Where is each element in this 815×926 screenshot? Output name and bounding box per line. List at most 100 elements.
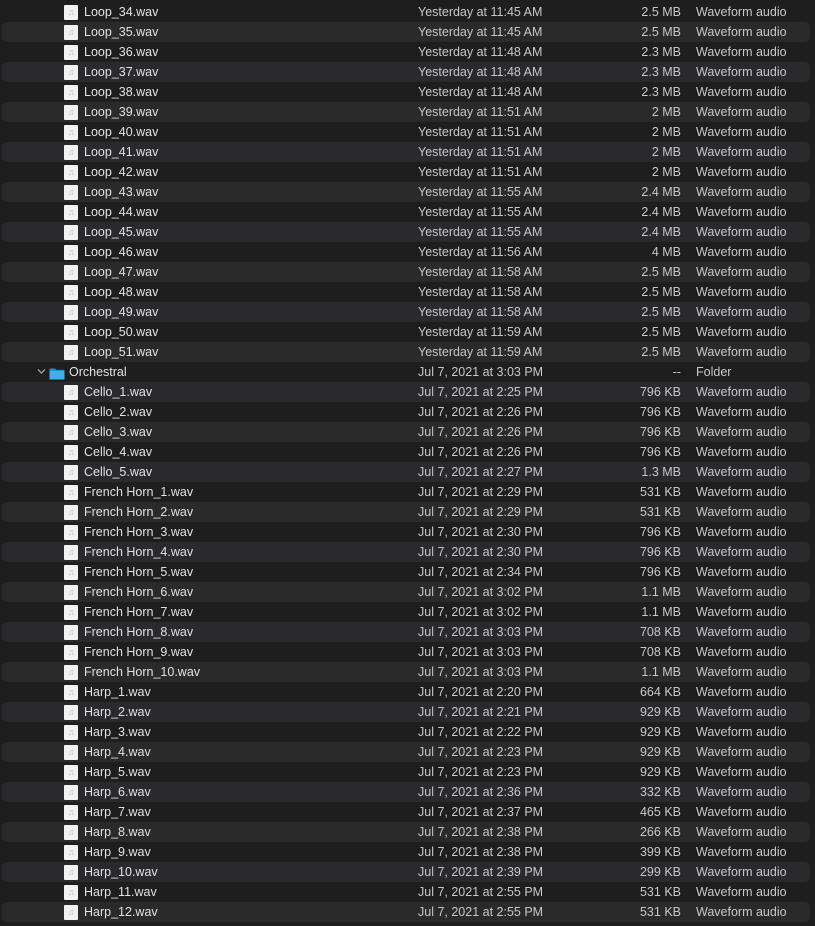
file-row[interactable]: ♫ Cello_4.wav Jul 7, 2021 at 2:26 PM 796… [2, 442, 810, 462]
file-kind: Waveform audio [696, 485, 787, 499]
file-row[interactable]: ♫ French Horn_7.wav Jul 7, 2021 at 3:02 … [2, 602, 810, 622]
file-row[interactable]: ♫ Loop_47.wav Yesterday at 11:58 AM 2.5 … [2, 262, 810, 282]
file-row[interactable]: ♫ French Horn_2.wav Jul 7, 2021 at 2:29 … [2, 502, 810, 522]
audio-file-icon: ♫ [64, 425, 78, 440]
file-row[interactable]: ♫ Loop_49.wav Yesterday at 11:58 AM 2.5 … [2, 302, 810, 322]
audio-file-icon: ♫ [64, 605, 78, 620]
file-row[interactable]: ♫ Loop_46.wav Yesterday at 11:56 AM 4 MB… [2, 242, 810, 262]
file-row[interactable]: ♫ Loop_42.wav Yesterday at 11:51 AM 2 MB… [2, 162, 810, 182]
file-size: 2.5 MB [641, 345, 681, 359]
file-size: 2.5 MB [641, 5, 681, 19]
file-size: 2 MB [651, 125, 681, 139]
audio-file-icon: ♫ [64, 485, 78, 500]
file-row[interactable]: ♫ French Horn_10.wav Jul 7, 2021 at 3:03… [2, 662, 810, 682]
file-row[interactable]: ♫ Loop_39.wav Yesterday at 11:51 AM 2 MB… [2, 102, 810, 122]
date-modified: Jul 7, 2021 at 2:22 PM [418, 725, 544, 739]
audio-file-icon: ♫ [64, 545, 78, 560]
folder-row[interactable]: Orchestral Jul 7, 2021 at 3:03 PM -- Fol… [2, 362, 810, 382]
file-row[interactable]: ♫ French Horn_1.wav Jul 7, 2021 at 2:29 … [2, 482, 810, 502]
file-name: Loop_36.wav [84, 45, 159, 59]
file-row[interactable]: ♫ Loop_34.wav Yesterday at 11:45 AM 2.5 … [2, 2, 810, 22]
date-modified: Jul 7, 2021 at 3:02 PM [418, 585, 544, 599]
file-row[interactable]: ♫ Loop_51.wav Yesterday at 11:59 AM 2.5 … [2, 342, 810, 362]
file-row[interactable]: ♫ Cello_5.wav Jul 7, 2021 at 2:27 PM 1.3… [2, 462, 810, 482]
file-size: 2.3 MB [641, 45, 681, 59]
file-size: 2.4 MB [641, 205, 681, 219]
file-row[interactable]: ♫ Harp_9.wav Jul 7, 2021 at 2:38 PM 399 … [2, 842, 810, 862]
file-size: 2.4 MB [641, 225, 681, 239]
file-row[interactable]: ♫ Loop_40.wav Yesterday at 11:51 AM 2 MB… [2, 122, 810, 142]
file-name: Cello_4.wav [84, 445, 153, 459]
file-row[interactable]: ♫ Loop_48.wav Yesterday at 11:58 AM 2.5 … [2, 282, 810, 302]
file-row[interactable]: ♫ Harp_1.wav Jul 7, 2021 at 2:20 PM 664 … [2, 682, 810, 702]
date-modified: Jul 7, 2021 at 2:55 PM [418, 885, 544, 899]
file-row[interactable]: ♫ Harp_7.wav Jul 7, 2021 at 2:37 PM 465 … [2, 802, 810, 822]
file-row[interactable]: ♫ Harp_6.wav Jul 7, 2021 at 2:36 PM 332 … [2, 782, 810, 802]
date-modified: Yesterday at 11:45 AM [418, 25, 543, 39]
file-row[interactable]: ♫ Harp_2.wav Jul 7, 2021 at 2:21 PM 929 … [2, 702, 810, 722]
file-row[interactable]: ♫ Harp_10.wav Jul 7, 2021 at 2:39 PM 299… [2, 862, 810, 882]
file-row[interactable]: ♫ Loop_35.wav Yesterday at 11:45 AM 2.5 … [2, 22, 810, 42]
file-row[interactable]: ♫ French Horn_9.wav Jul 7, 2021 at 3:03 … [2, 642, 810, 662]
file-row[interactable]: ♫ French Horn_3.wav Jul 7, 2021 at 2:30 … [2, 522, 810, 542]
file-kind: Waveform audio [696, 505, 787, 519]
date-modified: Yesterday at 11:59 AM [418, 345, 543, 359]
date-modified: Jul 7, 2021 at 2:38 PM [418, 845, 544, 859]
file-row[interactable]: ♫ Loop_38.wav Yesterday at 11:48 AM 2.3 … [2, 82, 810, 102]
date-modified: Jul 7, 2021 at 2:39 PM [418, 865, 544, 879]
file-kind: Waveform audio [696, 885, 787, 899]
file-size: -- [672, 365, 681, 379]
date-modified: Jul 7, 2021 at 2:21 PM [418, 705, 544, 719]
file-row[interactable]: ♫ Loop_36.wav Yesterday at 11:48 AM 2.3 … [2, 42, 810, 62]
file-row[interactable]: ♫ Loop_50.wav Yesterday at 11:59 AM 2.5 … [2, 322, 810, 342]
audio-file-icon: ♫ [64, 325, 78, 340]
file-size: 796 KB [639, 385, 681, 399]
file-name: Loop_35.wav [84, 25, 159, 39]
file-row[interactable]: ♫ French Horn_6.wav Jul 7, 2021 at 3:02 … [2, 582, 810, 602]
file-row[interactable]: ♫ Loop_43.wav Yesterday at 11:55 AM 2.4 … [2, 182, 810, 202]
file-row[interactable]: ♫ Harp_3.wav Jul 7, 2021 at 2:22 PM 929 … [2, 722, 810, 742]
file-kind: Waveform audio [696, 565, 787, 579]
file-size: 1.1 MB [641, 585, 681, 599]
file-kind: Waveform audio [696, 105, 787, 119]
file-row[interactable]: ♫ Loop_37.wav Yesterday at 11:48 AM 2.3 … [2, 62, 810, 82]
disclosure-chevron-down-icon[interactable] [35, 362, 47, 382]
file-row[interactable]: ♫ French Horn_5.wav Jul 7, 2021 at 2:34 … [2, 562, 810, 582]
date-modified: Jul 7, 2021 at 2:38 PM [418, 825, 544, 839]
file-kind: Waveform audio [696, 385, 787, 399]
file-row[interactable]: ♫ Loop_45.wav Yesterday at 11:55 AM 2.4 … [2, 222, 810, 242]
file-kind: Waveform audio [696, 145, 787, 159]
file-list: ♫ Loop_34.wav Yesterday at 11:45 AM 2.5 … [0, 2, 815, 922]
file-name: French Horn_6.wav [84, 585, 194, 599]
date-modified: Jul 7, 2021 at 2:34 PM [418, 565, 544, 579]
file-row[interactable]: ♫ Harp_12.wav Jul 7, 2021 at 2:55 PM 531… [2, 902, 810, 922]
audio-file-icon: ♫ [64, 725, 78, 740]
date-modified: Yesterday at 11:48 AM [418, 85, 543, 99]
file-name: Loop_44.wav [84, 205, 159, 219]
file-row[interactable]: ♫ French Horn_8.wav Jul 7, 2021 at 3:03 … [2, 622, 810, 642]
file-size: 2 MB [651, 145, 681, 159]
date-modified: Yesterday at 11:55 AM [418, 185, 543, 199]
file-kind: Waveform audio [696, 345, 787, 359]
file-size: 531 KB [639, 505, 681, 519]
file-row[interactable]: ♫ Loop_41.wav Yesterday at 11:51 AM 2 MB… [2, 142, 810, 162]
date-modified: Yesterday at 11:56 AM [418, 245, 543, 259]
file-kind: Waveform audio [696, 905, 787, 919]
file-row[interactable]: ♫ Cello_1.wav Jul 7, 2021 at 2:25 PM 796… [2, 382, 810, 402]
file-row[interactable]: ♫ Harp_4.wav Jul 7, 2021 at 2:23 PM 929 … [2, 742, 810, 762]
file-size: 796 KB [639, 545, 681, 559]
audio-file-icon: ♫ [64, 865, 78, 880]
file-row[interactable]: ♫ Cello_2.wav Jul 7, 2021 at 2:26 PM 796… [2, 402, 810, 422]
file-row[interactable]: ♫ Harp_5.wav Jul 7, 2021 at 2:23 PM 929 … [2, 762, 810, 782]
file-row[interactable]: ♫ Loop_44.wav Yesterday at 11:55 AM 2.4 … [2, 202, 810, 222]
file-row[interactable]: ♫ Cello_3.wav Jul 7, 2021 at 2:26 PM 796… [2, 422, 810, 442]
file-row[interactable]: ♫ Harp_8.wav Jul 7, 2021 at 2:38 PM 266 … [2, 822, 810, 842]
audio-file-icon: ♫ [64, 385, 78, 400]
file-row[interactable]: ♫ Harp_11.wav Jul 7, 2021 at 2:55 PM 531… [2, 882, 810, 902]
audio-file-icon: ♫ [64, 445, 78, 460]
file-kind: Waveform audio [696, 665, 787, 679]
file-kind: Waveform audio [696, 25, 787, 39]
file-kind: Waveform audio [696, 685, 787, 699]
file-row[interactable]: ♫ French Horn_4.wav Jul 7, 2021 at 2:30 … [2, 542, 810, 562]
file-size: 796 KB [639, 525, 681, 539]
